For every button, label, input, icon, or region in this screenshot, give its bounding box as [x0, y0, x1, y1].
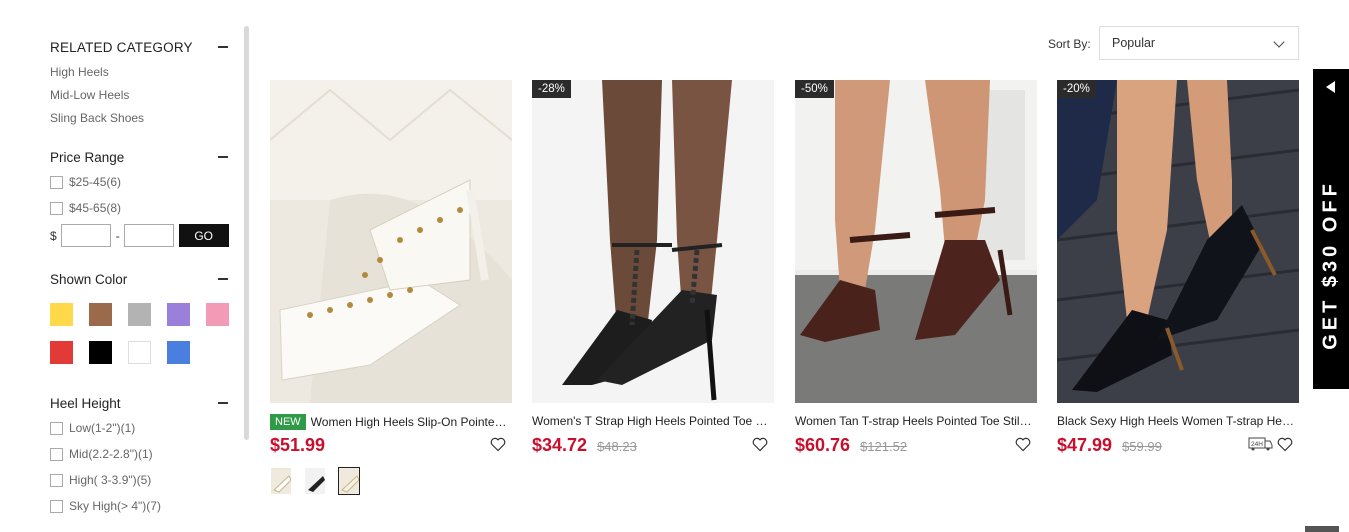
max-price-input[interactable] [123, 224, 174, 247]
color-swatch[interactable] [50, 341, 73, 364]
price-line: $60.76 $121.52 [795, 435, 1037, 457]
heart-icon[interactable] [1277, 437, 1293, 452]
collapse-icon[interactable] [218, 402, 228, 404]
original-price: $59.99 [1122, 439, 1162, 454]
product-price: $34.72 [532, 435, 588, 455]
discount-badge-text: -50% [795, 80, 834, 98]
heel-option-label: High( 3-3.9")(5) [69, 473, 152, 487]
related-category-title: RELATED CATEGORY [50, 39, 193, 55]
price-option-label: $45-65(8) [69, 201, 122, 215]
product-price: $60.76 [795, 435, 851, 455]
product-card[interactable]: NEW Women High Heels Slip-On Pointed Toe… [270, 80, 512, 495]
heel-option-label: Low(1-2")(1) [69, 421, 136, 435]
product-title[interactable]: Women's T Strap High Heels Pointed Toe S… [532, 414, 774, 428]
product-card[interactable]: -50% Women Tan T-strap Heels Pointed Toe… [795, 80, 1037, 455]
price-range-header[interactable]: Price Range [50, 148, 230, 166]
arrow-left-icon [1326, 81, 1335, 93]
discount-badge-text: -28% [532, 80, 571, 98]
product-title[interactable]: NEW Women High Heels Slip-On Pointed Toe… [270, 414, 512, 430]
heel-option-mid[interactable]: Mid(2.2-2.8")(1) [50, 447, 153, 461]
product-card[interactable]: -28% Women's T Strap High Heels Pointed … [532, 80, 774, 455]
heel-height-title: Heel Height [50, 395, 121, 411]
checkbox[interactable] [50, 447, 63, 461]
price-line: $51.99 [270, 435, 512, 457]
collapse-icon[interactable] [218, 156, 228, 158]
product-card[interactable]: -20% Black Sexy High Heels Women T-strap… [1057, 80, 1299, 455]
checkbox[interactable] [50, 175, 63, 189]
product-title-text: Black Sexy High Heels Women T-strap Heel… [1057, 414, 1299, 428]
product-image[interactable] [270, 80, 512, 403]
discount-badge-text: -20% [1057, 80, 1096, 98]
heel-option-low[interactable]: Low(1-2")(1) [50, 421, 135, 435]
original-price: $48.23 [597, 439, 637, 454]
promo-side-tab[interactable]: GET $30 OFF [1313, 69, 1349, 389]
color-swatch[interactable] [128, 341, 151, 364]
product-title[interactable]: Women Tan T-strap Heels Pointed Toe Stil… [795, 414, 1037, 428]
checkbox[interactable] [50, 201, 63, 215]
color-swatch[interactable] [167, 303, 190, 326]
price-option-25-45[interactable]: $25-45(6) [50, 175, 121, 189]
collapse-icon[interactable] [218, 46, 228, 48]
checkbox[interactable] [50, 499, 63, 513]
color-swatch[interactable] [89, 303, 112, 326]
product-title-text: Women High Heels Slip-On Pointed Toe Stu… [310, 415, 512, 429]
heart-icon[interactable] [1015, 437, 1031, 452]
collapse-icon[interactable] [218, 278, 228, 280]
shown-color-header[interactable]: Shown Color [50, 270, 230, 288]
product-image[interactable]: -20% [1057, 80, 1299, 403]
product-price: $47.99 [1057, 435, 1113, 455]
category-link-high-heels[interactable]: High Heels [50, 65, 109, 79]
original-price: $121.52 [860, 439, 908, 454]
chevron-down-icon [1273, 36, 1285, 48]
go-button[interactable]: GO [178, 224, 229, 247]
product-title-text: Women Tan T-strap Heels Pointed Toe Stil… [795, 414, 1037, 428]
shipping-24h-icon: 24H [1248, 437, 1273, 451]
thumbnail-black[interactable] [304, 467, 326, 495]
sort-label: Sort By: [1048, 37, 1091, 51]
thumbnail-white[interactable] [270, 467, 292, 495]
category-link-sling-back[interactable]: Sling Back Shoes [50, 111, 144, 125]
color-swatch[interactable] [206, 303, 229, 326]
heel-height-header[interactable]: Heel Height [50, 394, 230, 412]
currency-symbol: $ [50, 228, 57, 243]
sidebar-scrollbar[interactable] [244, 26, 249, 440]
new-tag: NEW [270, 414, 306, 430]
price-line: $47.99 $59.99 24H [1057, 435, 1299, 457]
price-option-45-65[interactable]: $45-65(8) [50, 201, 121, 215]
related-category-header[interactable]: RELATED CATEGORY [50, 38, 230, 56]
price-line: $34.72 $48.23 [532, 435, 774, 457]
shipping-label: 24H [1251, 441, 1263, 448]
heel-option-label: Sky High(> 4")(7) [69, 499, 161, 513]
back-to-top-button[interactable] [1305, 526, 1339, 532]
custom-price-row: $ - GO [50, 224, 229, 247]
price-option-label: $25-45(6) [69, 175, 122, 189]
color-thumbnails [270, 467, 360, 495]
product-title[interactable]: Black Sexy High Heels Women T-strap Heel… [1057, 414, 1299, 428]
price-range-title: Price Range [50, 149, 125, 165]
color-swatch[interactable] [128, 303, 151, 326]
min-price-input[interactable] [60, 224, 111, 247]
promo-text: GET $30 OFF [1319, 180, 1342, 350]
heel-option-label: Mid(2.2-2.8")(1) [69, 447, 153, 461]
product-title-text: Women's T Strap High Heels Pointed Toe S… [532, 414, 774, 428]
checkbox[interactable] [50, 421, 63, 435]
color-swatch[interactable] [89, 341, 112, 364]
sort-value: Popular [1112, 36, 1156, 50]
heart-icon[interactable] [752, 437, 768, 452]
checkbox[interactable] [50, 473, 63, 487]
color-swatch[interactable] [167, 341, 190, 364]
thumbnail-beige[interactable] [338, 467, 360, 495]
product-image[interactable]: -28% [532, 80, 774, 403]
price-separator: - [115, 228, 120, 243]
sort-dropdown[interactable]: Popular [1099, 26, 1299, 60]
heart-icon[interactable] [490, 437, 506, 452]
page: RELATED CATEGORY High Heels Mid-Low Heel… [0, 0, 1349, 532]
product-price: $51.99 [270, 435, 326, 455]
category-link-mid-low-heels[interactable]: Mid-Low Heels [50, 88, 129, 102]
shown-color-title: Shown Color [50, 271, 128, 287]
heel-option-sky-high[interactable]: Sky High(> 4")(7) [50, 499, 161, 513]
heel-option-high[interactable]: High( 3-3.9")(5) [50, 473, 151, 487]
color-swatch[interactable] [50, 303, 73, 326]
product-image[interactable]: -50% [795, 80, 1037, 403]
